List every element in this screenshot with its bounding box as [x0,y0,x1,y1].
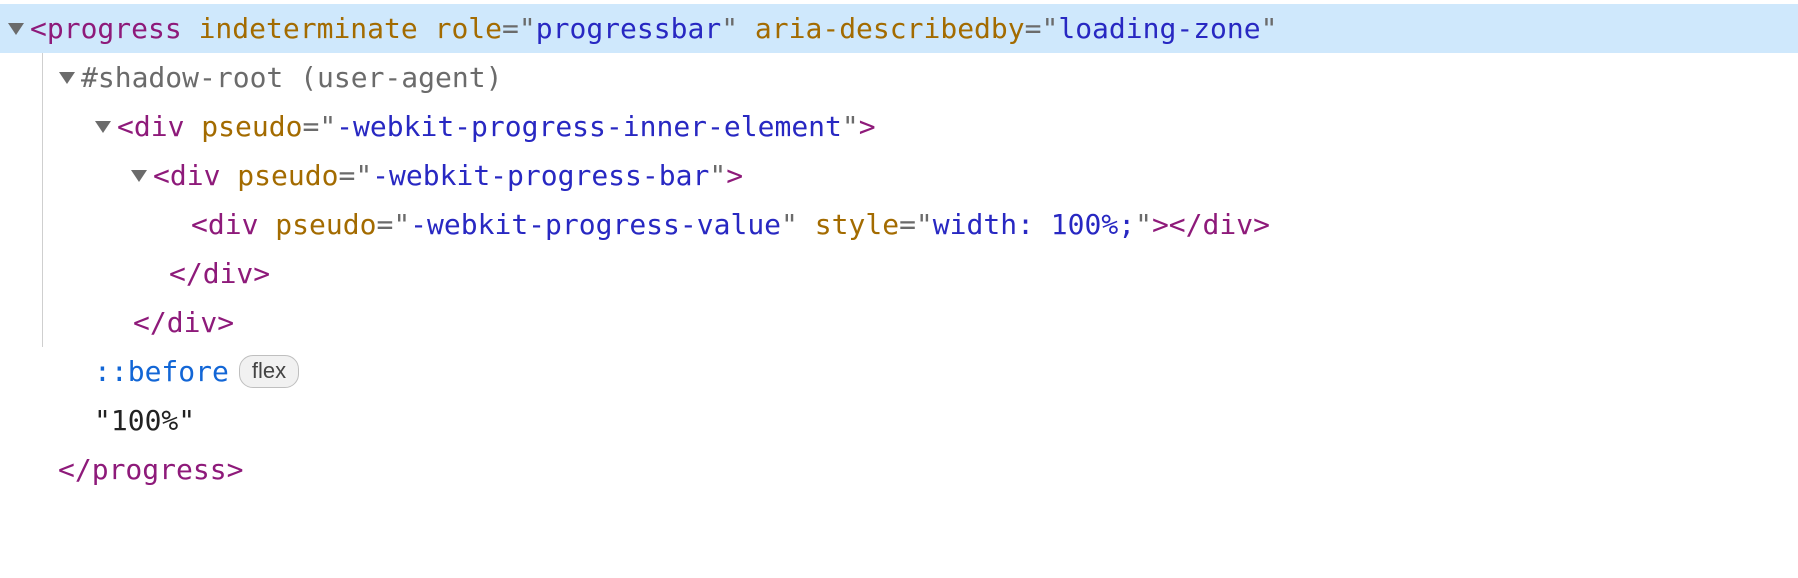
quote: " [1041,4,1058,53]
shadow-root-label: #shadow-root (user-agent) [81,53,502,102]
end-tag-name: div [203,249,254,298]
text-node-value: "100%" [94,396,195,445]
end-tag-name: div [1203,200,1254,249]
attr-value: width: 100%; [933,200,1135,249]
tag-name: progress [47,4,182,53]
attr-value: -webkit-progress-inner-element [336,102,842,151]
angle-open: < [117,102,134,151]
attr-value: progressbar [536,4,721,53]
dom-node-div-inner-element[interactable]: < div pseudo = " -webkit-progress-inner-… [0,102,1798,151]
equals: = [302,102,319,151]
dom-node-div-progress-bar[interactable]: < div pseudo = " -webkit-progress-bar " … [0,151,1798,200]
expand-toggle-icon[interactable] [131,170,147,182]
expand-toggle-icon[interactable] [95,121,111,133]
quote: " [519,4,536,53]
end-angle-open: </ [1169,200,1203,249]
quote: " [721,4,738,53]
end-angle-open: </ [133,298,167,347]
quote: " [1261,4,1278,53]
angle-open: < [153,151,170,200]
attr-name: pseudo [237,151,338,200]
attr-name: aria-describedby [755,4,1025,53]
shadow-root-node[interactable]: #shadow-root (user-agent) [0,53,1798,102]
tag-name: div [208,200,259,249]
quote: " [781,200,798,249]
dom-node-div-close[interactable]: </ div > [0,249,1798,298]
pseudo-selector: ::before [94,347,229,396]
tag-name: div [134,102,185,151]
quote: " [393,200,410,249]
angle-close: > [726,151,743,200]
quote: " [842,102,859,151]
pseudo-before-node[interactable]: ::before flex [0,347,1798,396]
end-angle-open: </ [169,249,203,298]
text-node[interactable]: "100%" [0,396,1798,445]
end-angle-close: > [253,249,270,298]
quote: " [319,102,336,151]
angle-close: > [1152,200,1169,249]
dom-node-progress-close[interactable]: </ progress > [0,445,1798,494]
equals: = [502,4,519,53]
equals: = [899,200,916,249]
angle-open: < [191,200,208,249]
expand-toggle-icon[interactable] [8,23,24,35]
quote: " [1135,200,1152,249]
dom-node-div-close[interactable]: </ div > [0,298,1798,347]
quote: " [709,151,726,200]
quote: " [355,151,372,200]
attr-name: indeterminate [199,4,418,53]
dom-node-div-progress-value[interactable]: < div pseudo = " -webkit-progress-value … [0,200,1798,249]
end-angle-open: </ [58,445,92,494]
expand-toggle-icon[interactable] [59,72,75,84]
attr-value: loading-zone [1058,4,1260,53]
tag-name: div [170,151,221,200]
end-angle-close: > [1253,200,1270,249]
attr-name: style [815,200,899,249]
equals: = [376,200,393,249]
end-tag-name: progress [92,445,227,494]
end-angle-close: > [227,445,244,494]
attr-name: pseudo [201,102,302,151]
equals: = [338,151,355,200]
attr-name: role [435,4,502,53]
angle-open: < [30,4,47,53]
attr-value: -webkit-progress-value [410,200,781,249]
attr-name: pseudo [275,200,376,249]
end-tag-name: div [167,298,218,347]
attr-value: -webkit-progress-bar [372,151,709,200]
dom-tree: < progress indeterminate role = " progre… [0,0,1798,498]
end-angle-close: > [217,298,234,347]
quote: " [916,200,933,249]
angle-close: > [859,102,876,151]
equals: = [1025,4,1042,53]
dom-node-progress[interactable]: < progress indeterminate role = " progre… [0,4,1798,53]
display-flex-badge: flex [239,355,299,388]
